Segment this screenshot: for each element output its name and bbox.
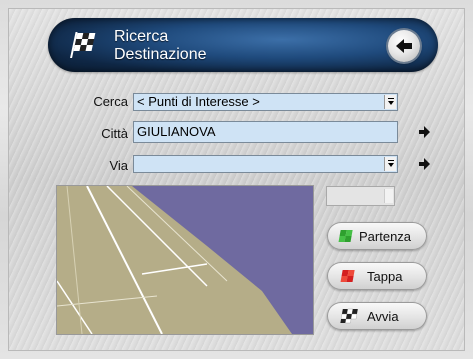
dropdown-arrow-icon[interactable] [384, 157, 396, 171]
red-flag-icon [340, 270, 355, 282]
back-button[interactable] [388, 30, 420, 62]
citta-go-button[interactable] [414, 122, 434, 142]
citta-label: Città [101, 126, 128, 141]
citta-field[interactable]: GIULIANOVA [133, 121, 398, 143]
map-graphic [57, 186, 313, 334]
dropdown-arrow-icon[interactable] [384, 189, 393, 203]
arrow-right-icon [419, 126, 430, 138]
partenza-label: Partenza [359, 228, 412, 244]
green-flag-icon [338, 230, 353, 242]
cerca-label: Cerca [93, 94, 128, 109]
dropdown-arrow-icon[interactable] [384, 95, 396, 109]
citta-value: GIULIANOVA [137, 124, 216, 139]
avvia-button[interactable]: Avvia [327, 302, 427, 330]
title-line-2: Destinazione [114, 46, 207, 63]
map-view[interactable] [56, 185, 314, 335]
cerca-select[interactable]: < Punti di Interesse > [133, 93, 398, 111]
checkered-flag-icon [340, 308, 358, 324]
zoom-select[interactable] [326, 186, 395, 206]
cerca-value: < Punti di Interesse > [137, 94, 260, 109]
checkered-flag-icon [70, 32, 96, 58]
tappa-label: Tappa [367, 268, 403, 284]
partenza-button[interactable]: Partenza [327, 222, 427, 250]
back-arrow-icon [396, 39, 412, 53]
via-select[interactable] [133, 155, 398, 173]
arrow-right-icon [419, 158, 430, 170]
via-label: Via [109, 158, 128, 173]
page-title: Ricerca Destinazione [114, 28, 207, 64]
avvia-label: Avvia [367, 308, 399, 324]
header-bar: Ricerca Destinazione [48, 18, 438, 72]
via-go-button[interactable] [414, 154, 434, 174]
title-line-1: Ricerca [114, 28, 169, 45]
tappa-button[interactable]: Tappa [327, 262, 427, 290]
